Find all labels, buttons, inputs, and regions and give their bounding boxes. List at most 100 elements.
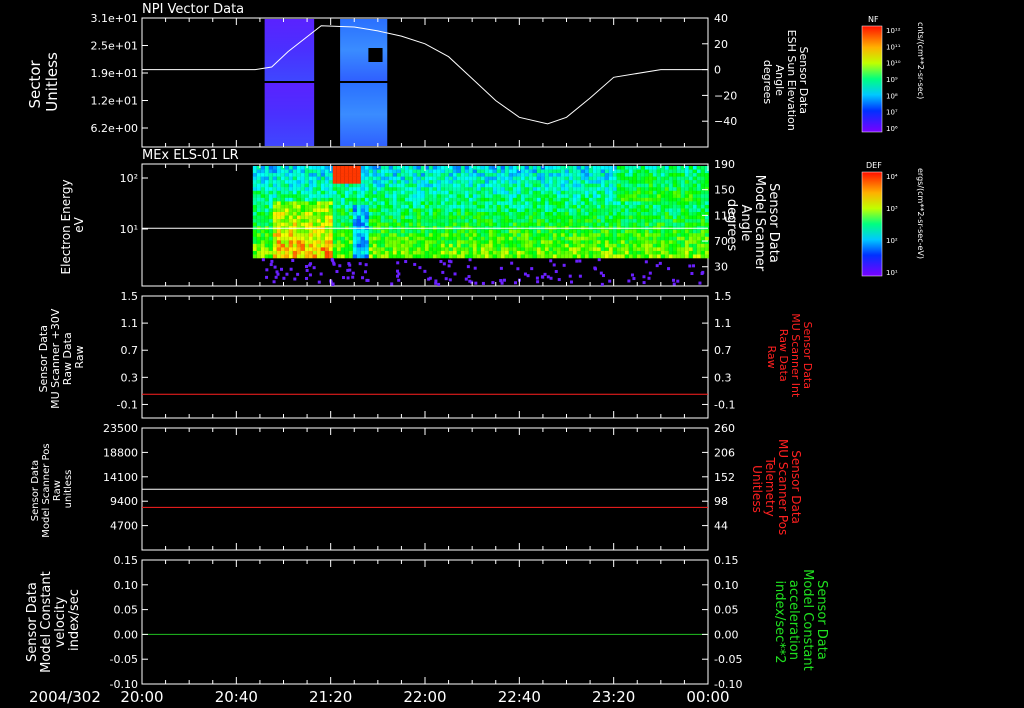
spectrogram-cell [368, 208, 373, 213]
spectrogram-cell [528, 243, 533, 248]
spectrogram-cell [316, 254, 321, 259]
spectrogram-cell [672, 233, 677, 238]
spectrogram-cell [604, 219, 609, 223]
spectrogram-cell [508, 204, 513, 209]
spectrogram-cell [448, 219, 453, 223]
spectrogram-cell [628, 233, 633, 238]
spectrogram-cell [340, 166, 345, 170]
spectrogram-cell [668, 212, 673, 216]
spectrogram-cell [672, 194, 677, 199]
spectrogram-cell [692, 176, 697, 181]
panel-3-y-tick-label: 1.5 [121, 290, 139, 303]
spectrogram-cell [368, 236, 373, 241]
spectrogram-dot [549, 276, 553, 280]
spectrogram-cell [432, 229, 437, 234]
spectrogram-cell [288, 215, 293, 220]
spectrogram-cell [612, 247, 617, 252]
spectrogram-dot [698, 281, 702, 285]
spectrogram-cell [360, 254, 365, 259]
spectrogram-cell [320, 183, 325, 188]
spectrogram-cell [272, 173, 277, 177]
spectrogram-cell [492, 233, 497, 238]
spectrogram-cell [428, 197, 433, 202]
spectrogram-cell [672, 169, 677, 174]
spectrogram-cell [652, 250, 657, 255]
panel-4-y2label-line-1: Sensor Data [789, 450, 803, 524]
spectrogram-cell [348, 180, 353, 184]
spectrogram-cell [552, 176, 557, 181]
spectrogram-cell [308, 243, 313, 248]
spectrogram-cell [692, 201, 697, 206]
spectrogram-cell [288, 187, 293, 192]
spectrogram-cell [572, 169, 577, 174]
spectrogram-cell [372, 201, 377, 206]
spectrogram-cell [612, 219, 617, 223]
spectrogram-cell [404, 201, 409, 206]
spectrogram-cell [476, 254, 481, 259]
spectrogram-dot [346, 268, 350, 272]
spectrogram-cell [552, 247, 557, 252]
spectrogram-cell [264, 236, 269, 241]
spectrogram-cell [328, 233, 333, 238]
spectrogram-cell [364, 197, 369, 202]
spectrogram-cell [368, 176, 373, 181]
panel-5-ylabel-line-4: index/sec [67, 589, 82, 651]
spectrogram-cell [416, 208, 421, 213]
spectrogram-cell [572, 247, 577, 252]
spectrogram-cell [380, 173, 385, 177]
spectrogram-dot [269, 263, 273, 267]
spectrogram-cell [652, 197, 657, 202]
spectrogram-cell [516, 215, 521, 220]
spectrogram-cell [364, 212, 369, 216]
spectrogram-cell [396, 176, 401, 181]
spectrogram-cell [412, 201, 417, 206]
spectrogram-cell [676, 194, 681, 199]
spectrogram-cell [636, 169, 641, 174]
spectrogram-cell [616, 240, 621, 245]
spectrogram-cell [264, 222, 269, 227]
spectrogram-cell [448, 201, 453, 206]
spectrogram-cell [444, 243, 449, 248]
spectrogram-cell [476, 194, 481, 199]
spectrogram-cell [344, 229, 349, 234]
spectrogram-cell [580, 176, 585, 181]
spectrogram-cell [544, 243, 549, 248]
spectrogram-cell [620, 250, 625, 255]
panel-1-ylabel-line-1: Sector [26, 59, 44, 108]
spectrogram-cell [336, 176, 341, 181]
spectrogram-cell [500, 233, 505, 238]
spectrogram-cell [268, 240, 273, 245]
spectrogram-cell [660, 236, 665, 241]
spectrogram-cell [364, 229, 369, 234]
spectrogram-cell [312, 240, 317, 245]
spectrogram-cell [316, 187, 321, 192]
spectrogram-cell [440, 197, 445, 202]
spectrogram-dot [655, 264, 659, 268]
spectrogram-cell [704, 183, 709, 188]
spectrogram-cell [500, 173, 505, 177]
spectrogram-cell [576, 194, 581, 199]
spectrogram-cell [432, 219, 437, 223]
spectrogram-cell [624, 187, 629, 192]
spectrogram-cell [680, 254, 685, 259]
spectrogram-cell [432, 194, 437, 199]
spectrogram-cell [280, 254, 285, 259]
spectrogram-cell [300, 243, 305, 248]
spectrogram-cell [696, 250, 701, 255]
spectrogram-cell [564, 180, 569, 184]
spectrogram-cell [568, 222, 573, 227]
spectrogram-cell [544, 219, 549, 223]
spectrogram-cell [292, 219, 297, 223]
spectrogram-cell [676, 250, 681, 255]
panel-5-y2-tick-label: 0.10 [714, 579, 739, 592]
colorbar-def-bar [861, 171, 883, 277]
spectrogram-dot [692, 264, 696, 268]
spectrogram-cell [340, 222, 345, 227]
spectrogram-cell [340, 194, 345, 199]
spectrogram-cell [488, 166, 493, 170]
spectrogram-cell [480, 250, 485, 255]
panel-1-y2-tick-label: −20 [714, 89, 737, 102]
spectrogram-cell [504, 240, 509, 245]
spectrogram-cell [644, 204, 649, 209]
spectrogram-cell [440, 176, 445, 181]
